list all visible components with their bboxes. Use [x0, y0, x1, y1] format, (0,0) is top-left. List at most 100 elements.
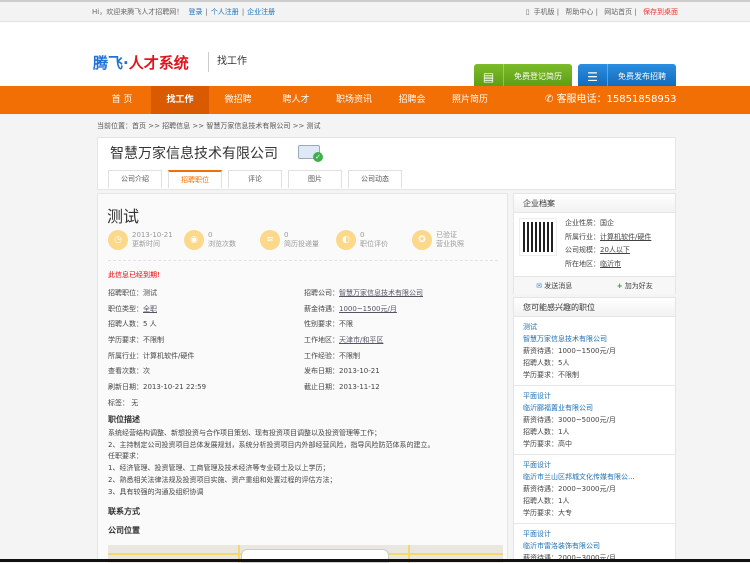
field-refresh-date: 刷新日期：2013-10-21 22:59	[108, 383, 207, 392]
job-education: 学历要求：高中	[523, 440, 572, 448]
stat-value: 0	[208, 231, 213, 239]
personal-register-link[interactable]: 个人注册	[211, 8, 239, 16]
field-deadline: 截止日期：2013-11-12	[304, 383, 380, 392]
field-label: 薪金待遇：	[304, 304, 339, 313]
desc-line: 任职要求：	[108, 452, 143, 461]
desc-line: 系统经营结构调整、新想投资与合作项目策划、现有投资项目调整以及投资管理等工作；	[108, 429, 381, 437]
nav-hire[interactable]: 聘人才	[267, 86, 325, 114]
field-label: 所属行业：	[565, 232, 600, 241]
nav-job-fair[interactable]: 招聘会	[383, 86, 441, 114]
company-name: 智慧万家信息技术有限公司	[110, 146, 278, 162]
send-message-button[interactable]: ✉ 发送消息	[536, 277, 572, 294]
save-desktop-link[interactable]: 保存到桌面	[643, 8, 678, 16]
job-count: 招聘人数：1人	[523, 428, 570, 436]
tab-company-intro[interactable]: 公司介绍	[108, 170, 162, 188]
stat-label: 营业执照	[436, 240, 464, 248]
nav-home[interactable]: 首 页	[93, 86, 151, 114]
plus-icon: +	[616, 282, 623, 290]
field-views: 查看次数：次	[108, 367, 150, 376]
field-area: 工作地区：天津市/和平区	[304, 335, 500, 351]
field-position: 招聘职位：测试	[108, 289, 157, 297]
company-profile: 企业档案 企业性质：国企 所属行业：计算机软件/硬件 公司规模：20人以下 所在…	[513, 193, 676, 294]
job-link[interactable]: 平面设计	[523, 390, 666, 402]
company-link[interactable]: 临沂郦福置业有限公司	[523, 402, 666, 414]
desc-line: 2、熟悉相关法律法规及投资项目实施、资产重组和处置过程的评估方法；	[108, 475, 337, 484]
job-link[interactable]: 平面设计	[523, 459, 666, 471]
tab-photos[interactable]: 图片	[288, 170, 342, 188]
nav-photo-resume[interactable]: 照片简历	[441, 86, 499, 114]
company-link[interactable]: 智慧万家信息技术有限公司	[339, 289, 423, 297]
stat-views: ◉ 0 浏览次数	[184, 230, 260, 250]
nav-find-job[interactable]: 找工作	[151, 86, 209, 114]
field-education: 学历要求：不限制	[108, 336, 164, 345]
job-salary: 薪资待遇：3000~5000元/月	[523, 416, 616, 424]
qr-code	[519, 218, 557, 256]
login-link[interactable]: 登录	[188, 8, 202, 16]
company-link[interactable]: 临沂市兰山区邦城文化传媒有限公...	[523, 471, 666, 483]
job-link[interactable]: 测试	[523, 321, 666, 333]
scale-link[interactable]: 20人以下	[600, 246, 630, 254]
nav-news[interactable]: 职场资讯	[325, 86, 383, 114]
nav-micro-recruit[interactable]: 微招聘	[209, 86, 267, 114]
button-label: 发送消息	[544, 282, 573, 290]
company-link[interactable]: 智慧万家信息技术有限公司	[523, 333, 666, 345]
logo-part: 人才系统	[128, 54, 189, 72]
clock-icon: ◷	[108, 230, 128, 250]
list-item: 平面设计 临沂市雷洛装饰有限公司 薪资待遇：2000~3000元/月	[514, 524, 675, 561]
field-company: 招聘公司：智慧万家信息技术有限公司	[304, 288, 500, 304]
stat-value: 2013-10-21	[132, 231, 173, 239]
field-industry: 所属行业：计算机软件/硬件	[108, 351, 195, 360]
job-count: 招聘人数：5人	[523, 359, 570, 367]
home-link[interactable]: 网站首页	[604, 8, 632, 16]
button-label: 免费登记简历	[514, 72, 562, 81]
stat-license: ✪ 已验证 营业执照	[412, 230, 488, 250]
field-tags: 标签： 无	[108, 398, 139, 407]
location-heading: 公司位置	[108, 526, 140, 535]
job-detail: 测试 ◷ 2013-10-21 更新时间 ◉ 0 浏览次数 ≋ 0 简历投递量 ◐ 0 职位评价…	[97, 193, 508, 563]
company-register-link[interactable]: 企业注册	[247, 8, 275, 16]
salary-link[interactable]: 1000~1500元/月	[339, 305, 397, 313]
tab-company-news[interactable]: 公司动态	[348, 170, 402, 188]
list-item: 平面设计 临沂市兰山区邦城文化传媒有限公... 薪资待遇：2000~3000元/月招…	[514, 455, 675, 524]
logo[interactable]: 腾飞·人才系统	[93, 52, 189, 73]
area-link[interactable]: 临沂市	[600, 260, 621, 268]
profile-heading: 企业档案	[514, 194, 675, 213]
field-gender: 性别要求：不限	[304, 320, 353, 329]
phone-icon: ✆	[545, 94, 557, 105]
desc-line: 1、经济管理、投资管理、工商管理及技术经济等专业硕士及以上学历；	[108, 464, 330, 473]
mobile-link[interactable]: 手机版	[534, 8, 555, 16]
welcome-text: Hi，欢迎来腾飞人才招聘网！	[92, 8, 184, 16]
layers-icon: ≋	[260, 230, 280, 250]
field-label: 所在地区：	[565, 259, 600, 268]
field-count: 招聘人数：5 人	[108, 320, 157, 329]
stat-label: 职位评价	[360, 240, 388, 248]
award-icon: ✪	[412, 230, 432, 250]
list-item: 测试 智慧万家信息技术有限公司 薪资待遇：1000~1500元/月 招聘人数：5人 学历…	[514, 317, 675, 386]
tab-comments[interactable]: 评论	[228, 170, 282, 188]
job-count: 招聘人数：1人	[523, 497, 570, 505]
job-education: 学历要求：大专	[523, 509, 572, 517]
area-link[interactable]: 天津市/和平区	[339, 336, 383, 344]
profile-scale: 公司规模：20人以下	[565, 244, 651, 258]
stat-label: 更新时间	[132, 240, 160, 248]
industry-link[interactable]: 计算机软件/硬件	[600, 233, 651, 241]
button-label: 加为好友	[624, 282, 653, 290]
expired-notice: 此信息已经到期!	[108, 271, 160, 279]
header: 腾飞·人才系统 找工作 ▤ 免费登记简历 ☰ 免费发布招聘	[0, 22, 750, 89]
company-link[interactable]: 临沂市雷洛装饰有限公司	[523, 540, 666, 552]
job-type-link[interactable]: 全职	[143, 305, 157, 313]
breadcrumb: 当前位置：首页 >> 招聘信息 >> 智慧万家信息技术有限公司 >> 测试	[97, 122, 321, 130]
help-link[interactable]: 帮助中心	[565, 8, 593, 16]
divider	[108, 260, 498, 261]
stat-reviews: ◐ 0 职位评价	[336, 230, 412, 250]
desc-line: 2、主持制定公司投资项目总体发展规划，系统分析投资项目内外部经营风险，指导风险防…	[108, 440, 435, 449]
field-label: 招聘公司：	[304, 289, 339, 297]
top-bar: Hi，欢迎来腾飞人才招聘网！ 登录 | 个人注册 | 企业注册 ▯ 手机版 | 帮助中心 …	[0, 0, 750, 22]
job-link[interactable]: 平面设计	[523, 528, 666, 540]
job-salary: 薪资待遇：1000~1500元/月	[523, 347, 616, 355]
contact-heading: 联系方式	[108, 507, 140, 516]
add-friend-button[interactable]: + 加为好友	[617, 277, 653, 294]
button-label: 免费发布招聘	[618, 72, 666, 81]
tab-jobs[interactable]: 招聘职位	[168, 170, 222, 188]
interested-jobs: 您可能感兴趣的职位 测试 智慧万家信息技术有限公司 薪资待遇：1000~1500元/…	[513, 297, 676, 562]
